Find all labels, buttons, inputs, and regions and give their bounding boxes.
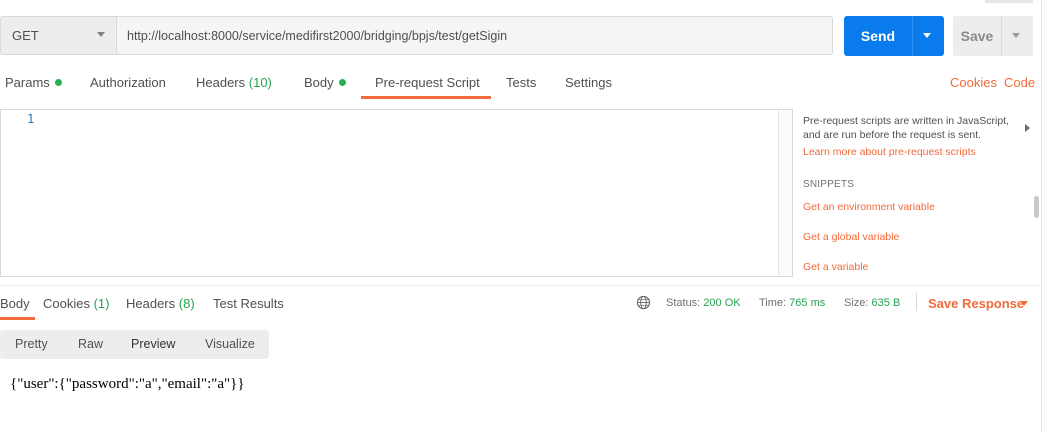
- snippet-get-global-variable[interactable]: Get a global variable: [803, 231, 899, 243]
- helper-scrollbar[interactable]: [1032, 110, 1040, 276]
- snippets-heading: SNIPPETS: [803, 179, 855, 190]
- url-input[interactable]: http://localhost:8000/service/medifirst2…: [116, 16, 833, 55]
- time-readout: Time: 765 ms: [759, 297, 825, 309]
- time-label: Time:: [759, 297, 787, 309]
- learn-more-link[interactable]: Learn more about pre-request scripts: [803, 146, 976, 158]
- status-label: Status:: [666, 297, 701, 309]
- tab-pre-request-script[interactable]: Pre-request Script: [375, 75, 480, 91]
- globe-icon[interactable]: [636, 295, 651, 310]
- top-strip: [985, 0, 1033, 3]
- save-divider: [1001, 16, 1002, 56]
- status-divider: [916, 293, 917, 311]
- window-right-edge: [1041, 0, 1047, 432]
- method-label: GET: [12, 28, 39, 43]
- response-tab-headers-label: Headers: [126, 296, 176, 311]
- response-tab-test-results-label: Test Results: [213, 296, 284, 311]
- send-label: Send: [860, 28, 896, 44]
- response-body-preview: {"user":{"password":"a","email":"a"}}: [10, 376, 245, 392]
- status-dot-icon: [54, 79, 62, 86]
- chevron-down-icon[interactable]: [923, 33, 931, 38]
- view-mode-raw[interactable]: Raw: [78, 337, 103, 351]
- tab-params[interactable]: Params: [5, 75, 62, 91]
- status-value[interactable]: 200 OK: [703, 297, 740, 309]
- tab-headers[interactable]: Headers (10): [196, 75, 272, 91]
- tab-headers-count: (10): [248, 75, 272, 90]
- response-tab-cookies-label: Cookies: [43, 296, 90, 311]
- view-mode-preview[interactable]: Preview: [131, 337, 175, 351]
- response-tab-cookies[interactable]: Cookies (1): [43, 296, 109, 311]
- time-value[interactable]: 765 ms: [789, 297, 825, 309]
- size-label: Size:: [844, 297, 869, 309]
- chevron-down-icon[interactable]: [1012, 33, 1020, 38]
- save-response-button[interactable]: Save Response: [928, 296, 1024, 311]
- response-tab-headers-count: (8): [178, 296, 195, 311]
- helper-scrollbar-thumb[interactable]: [1034, 196, 1039, 218]
- save-button[interactable]: Save: [953, 16, 1033, 56]
- view-mode-pretty[interactable]: Pretty: [15, 337, 48, 351]
- send-button[interactable]: Send: [844, 16, 944, 56]
- tab-settings[interactable]: Settings: [565, 75, 612, 91]
- script-editor[interactable]: [0, 109, 793, 277]
- tab-authorization-label: Authorization: [90, 75, 166, 90]
- tab-body-label: Body: [304, 75, 334, 90]
- tab-tests-label: Tests: [506, 75, 537, 90]
- tab-tests[interactable]: Tests: [506, 75, 536, 91]
- response-tab-body-label: Body: [0, 296, 30, 311]
- postman-request-window: GET http://localhost:8000/service/medifi…: [0, 0, 1047, 432]
- status-dot-icon: [338, 79, 346, 86]
- snippet-get-variable[interactable]: Get a variable: [803, 261, 868, 273]
- save-label: Save: [960, 28, 994, 44]
- tab-pre-request-script-label: Pre-request Script: [375, 75, 480, 90]
- response-tab-cookies-count: (1): [93, 296, 110, 311]
- send-divider: [912, 16, 913, 56]
- url-text: http://localhost:8000/service/medifirst2…: [127, 28, 508, 43]
- tab-settings-label: Settings: [565, 75, 612, 90]
- size-readout: Size: 635 B: [844, 297, 900, 309]
- size-value[interactable]: 635 B: [872, 297, 901, 309]
- tab-authorization[interactable]: Authorization: [90, 75, 166, 91]
- response-tab-test-results[interactable]: Test Results: [213, 296, 284, 311]
- response-tab-headers[interactable]: Headers (8): [126, 296, 195, 311]
- method-select[interactable]: GET: [0, 16, 116, 55]
- snippet-get-environment-variable[interactable]: Get an environment variable: [803, 201, 935, 213]
- cookies-link[interactable]: Cookies: [950, 75, 997, 90]
- tab-headers-label: Headers: [196, 75, 246, 90]
- active-tab-indicator: [361, 96, 491, 99]
- tab-body[interactable]: Body: [304, 75, 346, 91]
- status-readout: Status: 200 OK: [666, 297, 741, 309]
- code-link[interactable]: Code: [1004, 75, 1035, 90]
- tab-params-label: Params: [5, 75, 50, 90]
- helper-description: Pre-request scripts are written in JavaS…: [803, 115, 1009, 141]
- view-mode-visualize[interactable]: Visualize: [205, 337, 255, 351]
- chevron-down-icon[interactable]: [1020, 301, 1028, 306]
- response-tab-body[interactable]: Body: [0, 296, 30, 311]
- editor-scrollbar[interactable]: [778, 110, 792, 276]
- chevron-down-icon: [97, 32, 105, 37]
- active-response-tab-indicator: [0, 317, 35, 320]
- line-number: 1: [27, 112, 35, 126]
- chevron-right-icon[interactable]: [1025, 124, 1030, 132]
- divider: [0, 285, 1041, 286]
